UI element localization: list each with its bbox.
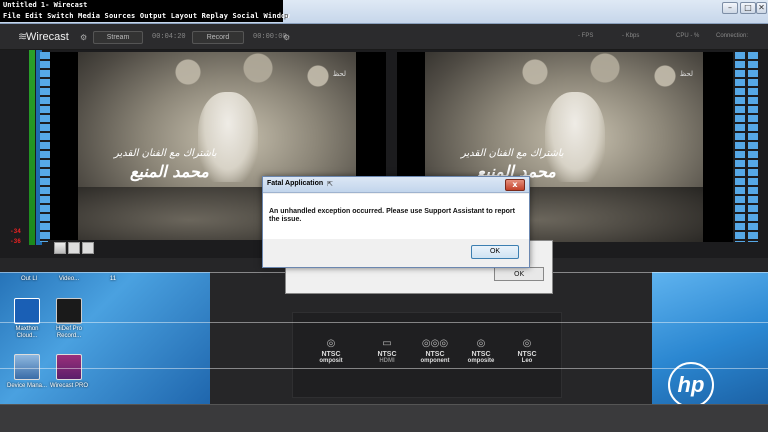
- left-edge-strip: [40, 52, 50, 242]
- cursor-icon: ⇱: [327, 180, 333, 188]
- cpu-readout: CPU - %: [676, 33, 700, 39]
- scene-flowers: [148, 52, 348, 92]
- audio-meter-left: [29, 50, 35, 245]
- dialog-message: An unhandled exception occurred. Please …: [269, 208, 515, 223]
- wirecast-logo: ≋Wirecast: [18, 30, 69, 43]
- fps-readout: - FPS: [578, 33, 594, 39]
- output-connector-icon: ◎: [522, 338, 532, 349]
- close-button[interactable]: ✕: [756, 2, 767, 14]
- background-ok-button[interactable]: OK: [494, 267, 544, 281]
- maxthon-cloud-label: Maxthon Cloud...: [15, 326, 39, 339]
- right-edge-strip-1: [735, 52, 745, 242]
- desktop-top-label: 11: [109, 276, 117, 282]
- output-sub: omposit: [319, 358, 343, 364]
- right-edge-strip-2: [748, 52, 758, 242]
- output-sub: HDMI: [379, 358, 395, 364]
- stream-time: 00:04:20: [152, 33, 186, 41]
- output-name: NTSC: [425, 351, 445, 358]
- menu-bar[interactable]: File Edit Switch Media Sources Output La…: [3, 12, 290, 20]
- output-sub: Leo: [521, 358, 533, 364]
- minimize-button[interactable]: –: [722, 2, 738, 14]
- dialog-close-button[interactable]: x: [505, 179, 525, 191]
- hdmi-icon: ▭: [382, 338, 392, 349]
- shot-thumbnail[interactable]: [54, 242, 66, 254]
- channel-logo: لحظ: [679, 70, 693, 78]
- output-name: NTSC: [321, 351, 341, 358]
- caption-top: باشتراك مع الفنان القدير: [461, 148, 564, 159]
- dialog-title-bar: Fatal Application ⇱ x: [263, 177, 529, 193]
- wirecast-toolbar: ≋Wirecast ⚙ Stream 00:04:20 Record 00:00…: [0, 24, 768, 50]
- desktop-top-label: Video...: [58, 276, 80, 282]
- dialog-body: An unhandled exception occurred. Please …: [263, 194, 529, 239]
- record-settings-icon[interactable]: ⚙: [283, 33, 290, 42]
- maxthon-cloud-icon[interactable]: [14, 298, 40, 324]
- output-item[interactable]: ◎ NTSC omposit: [309, 337, 353, 364]
- screen: – □ ✕ Untitled 1- Wirecast File Edit Swi…: [0, 0, 768, 432]
- fatal-error-dialog: Fatal Application ⇱ x An unhandled excep…: [262, 176, 530, 268]
- channel-logo: لحظ: [332, 70, 346, 78]
- wirecast-logo-text: Wirecast: [26, 31, 69, 43]
- stream-button[interactable]: Stream: [93, 31, 143, 44]
- device-manager-icon[interactable]: [14, 354, 40, 380]
- stream-label: Stream: [106, 34, 130, 41]
- wirecast-pro-label: Wirecast PRO: [49, 383, 88, 389]
- output-sub: omposite: [467, 358, 495, 364]
- component-icon: ◎◎◎: [421, 338, 449, 349]
- caption-name: محمد المنيع: [130, 162, 209, 181]
- desktop-top-label: Out Ll: [20, 276, 37, 282]
- meter-red-bottom: -36: [10, 238, 21, 245]
- dialog-title: Fatal Application: [267, 180, 324, 187]
- record-label: Record: [206, 34, 230, 41]
- scene-flowers: [495, 52, 695, 92]
- output-item[interactable]: ◎ NTSC Leo: [505, 337, 549, 364]
- window-title: Untitled 1- Wirecast: [3, 1, 88, 9]
- divider-line: [0, 322, 768, 323]
- output-name: NTSC: [471, 351, 491, 358]
- output-name: NTSC: [377, 351, 397, 358]
- audio-meter-scale: -34 -36: [8, 58, 28, 248]
- output-connector-icon: ◎: [326, 338, 336, 349]
- menu-bar-tail: p: [284, 12, 289, 20]
- bottom-bar: [0, 404, 768, 432]
- kbps-readout: - Kbps: [622, 33, 640, 39]
- output-sub: omponent: [420, 358, 450, 364]
- wirecast-mark-icon: ≋: [18, 31, 28, 43]
- hidef-pro-record-label: HiDef Pro Record...: [55, 326, 82, 339]
- output-name: NTSC: [517, 351, 537, 358]
- output-devices-panel: ◎ NTSC omposit ▭ NTSC HDMI ◎◎◎ NTSC ompo…: [292, 312, 562, 398]
- meter-red-top: -34: [10, 228, 21, 235]
- shot-thumbnail[interactable]: [82, 242, 94, 254]
- device-manager-label: Device Mana...: [6, 383, 48, 389]
- output-item[interactable]: ◎ NTSC omposite: [459, 337, 503, 364]
- record-button[interactable]: Record: [192, 31, 244, 44]
- output-item[interactable]: ▭ NTSC HDMI: [365, 337, 409, 364]
- dialog-ok-button[interactable]: OK: [471, 245, 519, 259]
- record-time: 00:00:00: [253, 33, 287, 41]
- shot-thumbnail[interactable]: [68, 242, 80, 254]
- output-connector-icon: ◎: [476, 338, 486, 349]
- connection-readout: Connection:: [716, 33, 749, 39]
- divider-line: [0, 368, 768, 369]
- settings-icon[interactable]: ⚙: [80, 33, 87, 42]
- hidef-pro-record-icon[interactable]: [56, 298, 82, 324]
- output-item[interactable]: ◎◎◎ NTSC omponent: [413, 337, 457, 364]
- wirecast-pro-icon[interactable]: [56, 354, 82, 380]
- maximize-button[interactable]: □: [740, 2, 756, 14]
- title-menu-overlay: Untitled 1- Wirecast File Edit Switch Me…: [0, 0, 290, 22]
- caption-top: باشتراك مع الفنان القدير: [114, 148, 217, 159]
